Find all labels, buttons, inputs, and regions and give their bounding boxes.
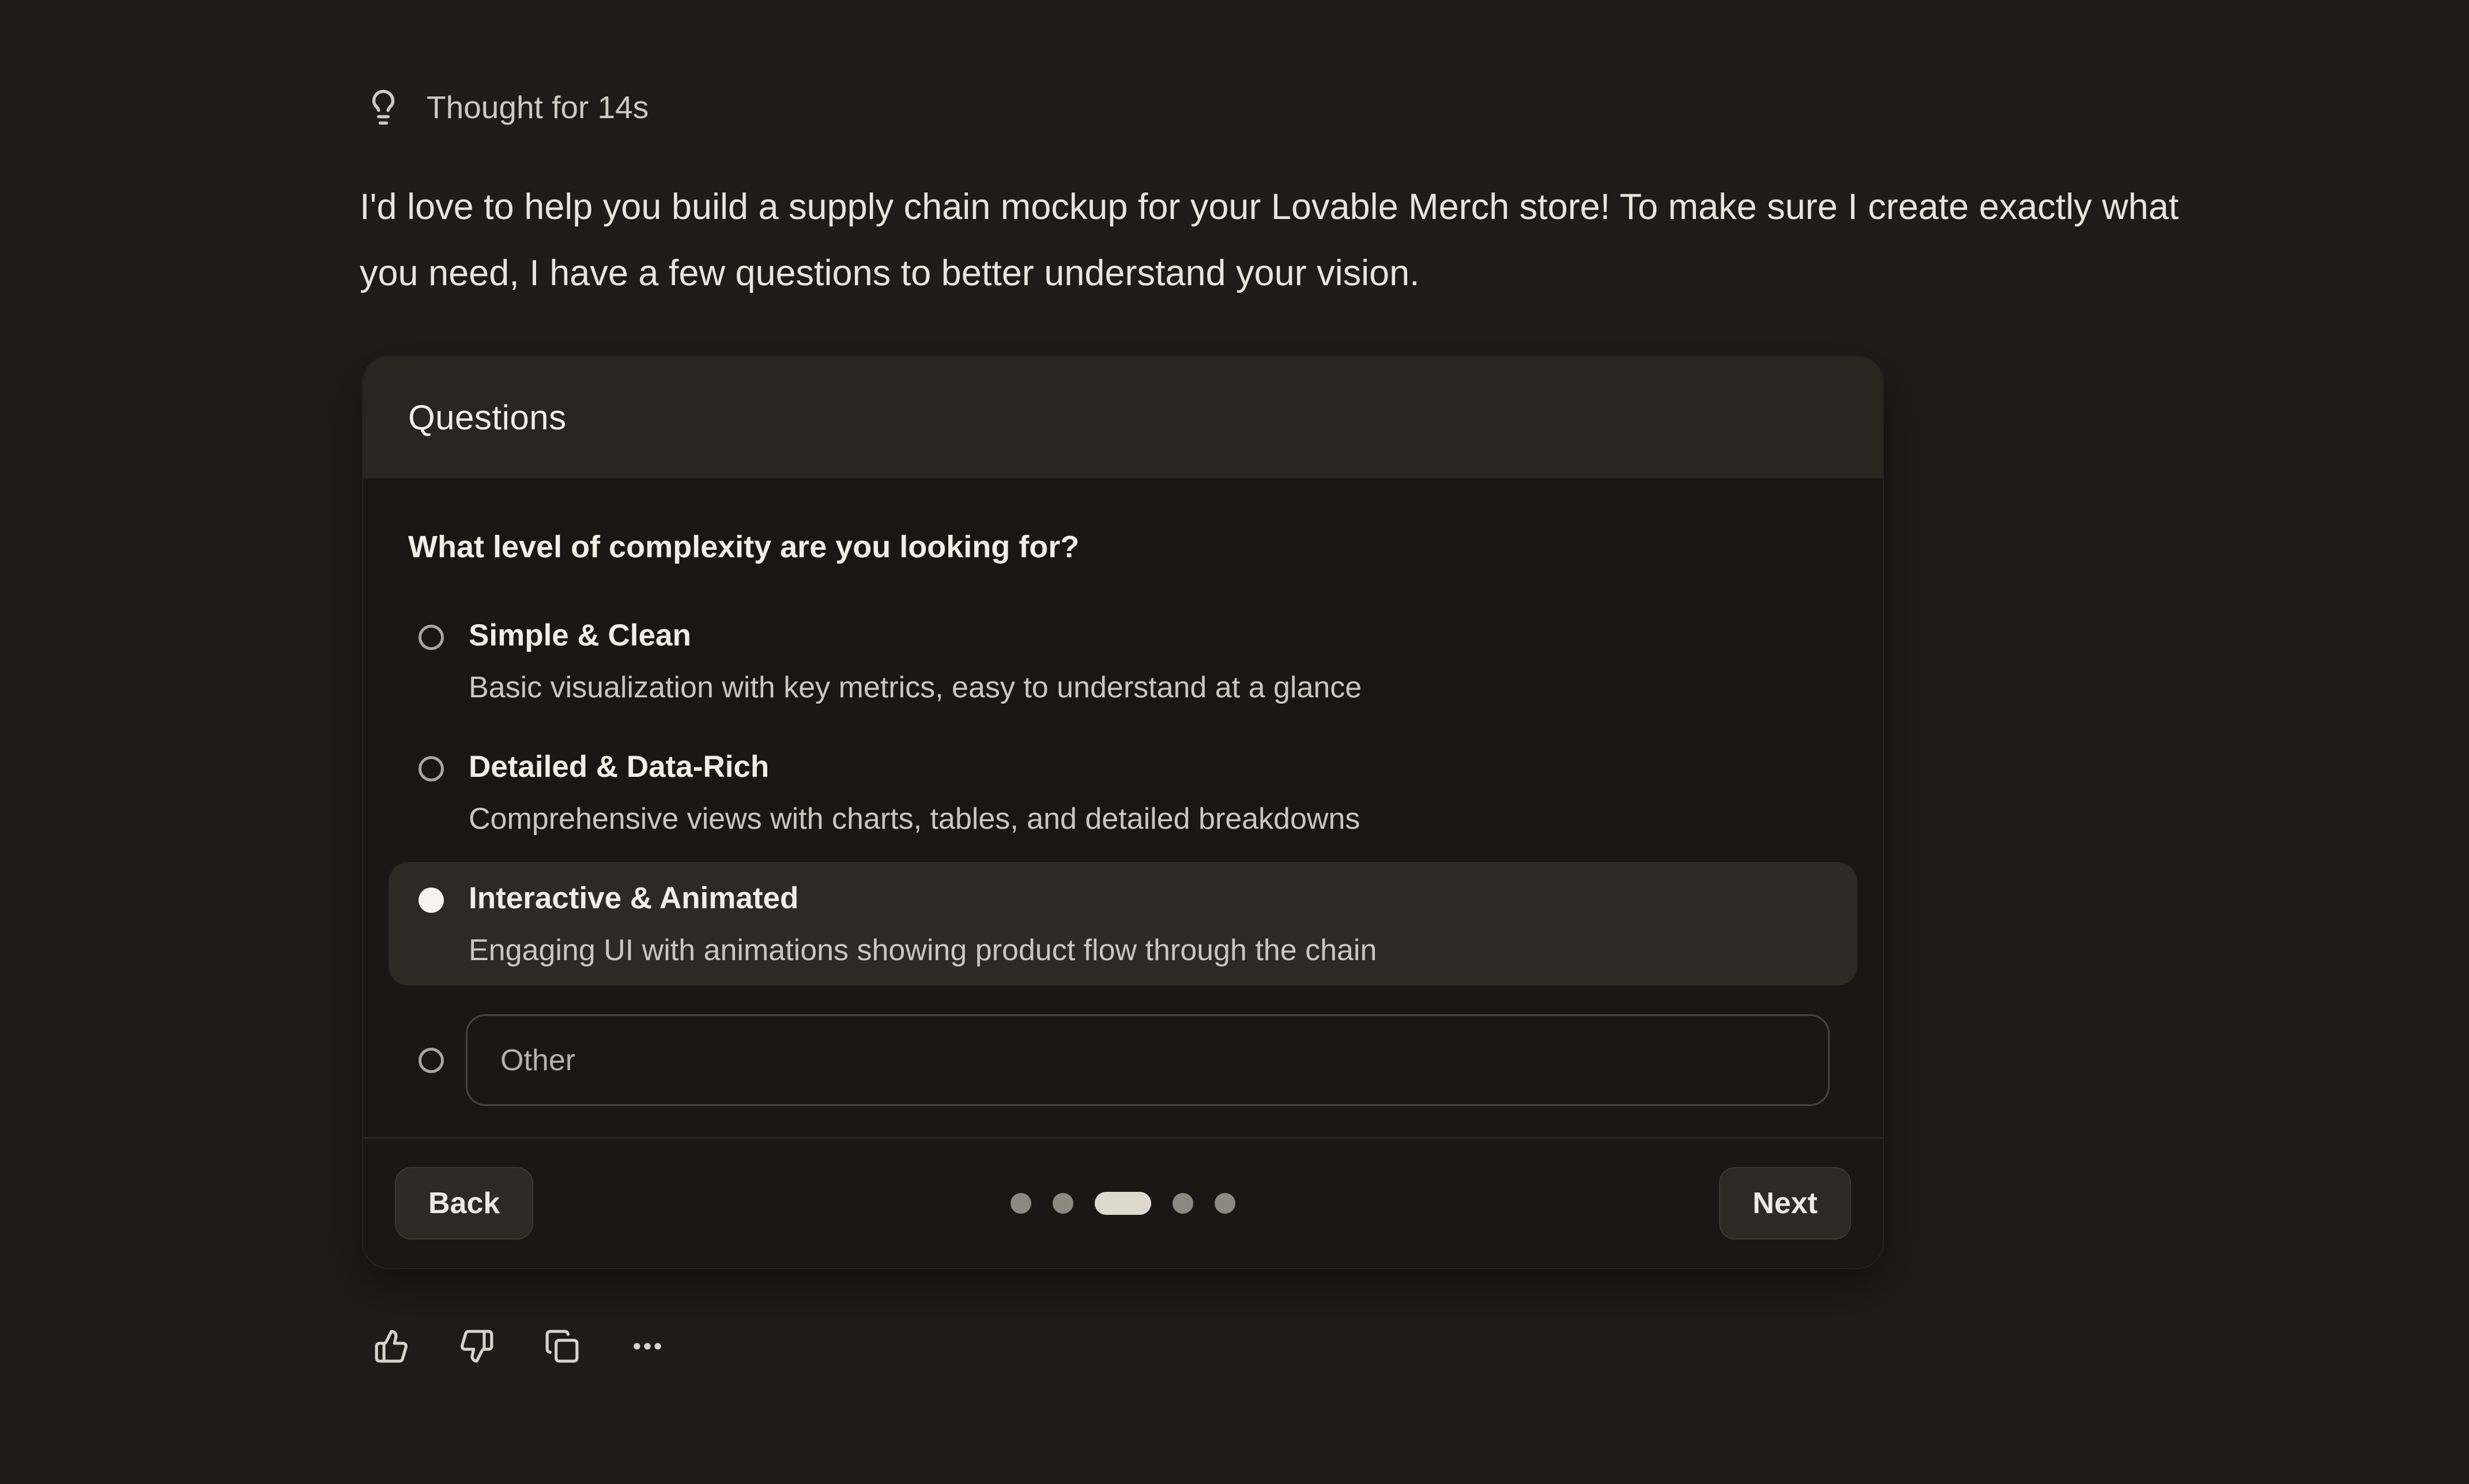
option-description: Basic visualization with key metrics, ea… [469,673,1362,703]
pagination-dot[interactable] [1053,1193,1073,1214]
option-label: Simple & Clean [469,620,1362,651]
questions-card-header: Questions [363,357,1883,478]
pagination-dots [1011,1192,1235,1215]
option-label: Interactive & Animated [469,883,1377,913]
pagination-dot[interactable] [1173,1193,1193,1214]
next-button[interactable]: Next [1719,1167,1851,1240]
copy-icon [544,1328,580,1364]
option-text: Detailed & Data-Rich Comprehensive views… [469,752,1360,834]
questions-card: Questions What level of complexity are y… [362,356,1884,1269]
other-input[interactable] [466,1014,1830,1106]
thought-label: Thought for 14s [427,89,649,126]
back-button[interactable]: Back [395,1167,533,1240]
assistant-message: I'd love to help you build a supply chai… [360,174,2216,307]
message-actions [374,1324,665,1368]
thumbs-up-icon [374,1328,409,1364]
more-options-icon [629,1328,665,1364]
questions-card-footer: Back Next [363,1137,1883,1268]
option-text: Interactive & Animated Engaging UI with … [469,883,1377,965]
thumbs-up-button[interactable] [374,1328,409,1364]
card-title: Questions [408,398,567,437]
option-description: Engaging UI with animations showing prod… [469,935,1377,965]
more-options-button[interactable] [629,1328,665,1364]
questions-card-body: What level of complexity are you looking… [363,478,1883,1106]
pagination-dot[interactable] [1215,1193,1235,1214]
copy-button[interactable] [544,1328,580,1364]
option-simple-clean[interactable]: Simple & Clean Basic visualization with … [389,599,1857,723]
radio-selected-icon[interactable] [419,888,444,913]
question-text: What level of complexity are you looking… [408,529,1838,565]
radio-unselected-icon[interactable] [419,1048,444,1073]
radio-unselected-icon[interactable] [419,756,444,781]
thought-summary[interactable]: Thought for 14s [364,85,649,129]
option-label: Detailed & Data-Rich [469,752,1360,782]
radio-unselected-icon[interactable] [419,625,444,650]
option-interactive-animated[interactable]: Interactive & Animated Engaging UI with … [389,862,1857,985]
option-text: Simple & Clean Basic visualization with … [469,620,1362,703]
pagination-dot-active[interactable] [1095,1192,1151,1215]
option-other[interactable] [389,994,1857,1106]
pagination-dot[interactable] [1011,1193,1031,1214]
thumbs-down-button[interactable] [459,1328,495,1364]
lightbulb-icon [364,88,402,126]
option-detailed-data-rich[interactable]: Detailed & Data-Rich Comprehensive views… [389,731,1857,854]
option-description: Comprehensive views with charts, tables,… [469,804,1360,834]
thumbs-down-icon [459,1328,495,1364]
